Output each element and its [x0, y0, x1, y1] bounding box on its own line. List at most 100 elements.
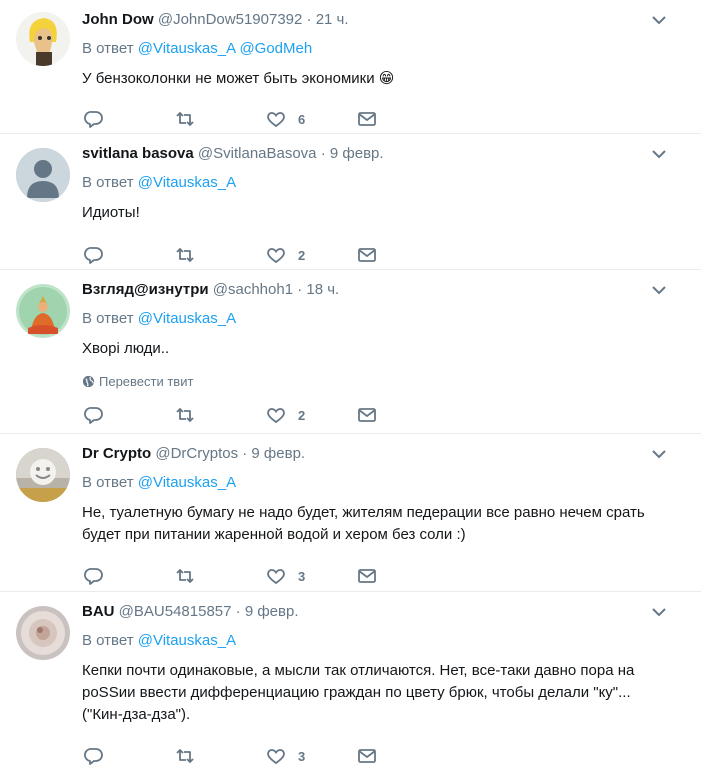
heart-icon [267, 749, 285, 765]
like-button[interactable]: 2 [266, 405, 357, 425]
tweet-timestamp[interactable]: 18 ч. [306, 281, 339, 298]
separator-dot: · [306, 11, 312, 28]
display-name[interactable]: svitlana basova [82, 145, 194, 162]
chevron-down-icon[interactable] [651, 446, 667, 462]
retweet-button[interactable] [175, 405, 266, 425]
user-handle[interactable]: @sachhoh1 [213, 281, 293, 298]
like-button[interactable]: 2 [266, 245, 357, 265]
tweet[interactable]: John Dow @JohnDow51907392 · 21 ч. В отве… [0, 0, 701, 134]
reply-context: В ответ @Vitauskas_A @GodMeh [82, 39, 687, 59]
like-count: 3 [298, 748, 306, 764]
like-button[interactable]: 3 [266, 566, 357, 586]
avatar[interactable] [16, 284, 70, 338]
message-button[interactable] [357, 109, 448, 129]
retweet-button[interactable] [175, 245, 266, 265]
tweet[interactable]: Взгляд@изнутри @sachhoh1 · 18 ч. В ответ… [0, 270, 701, 434]
like-button[interactable]: 3 [266, 746, 357, 766]
message-button[interactable] [357, 746, 448, 766]
reply-button[interactable] [84, 245, 175, 265]
retweet-icon [176, 408, 194, 422]
separator-dot: · [297, 281, 303, 298]
display-name[interactable]: Взгляд@изнутри [82, 281, 209, 298]
reply-context: В ответ @Vitauskas_A [82, 309, 687, 329]
chevron-down-icon[interactable] [651, 604, 667, 620]
reply-icon [84, 568, 103, 585]
retweet-icon [176, 749, 194, 763]
reply-button[interactable] [84, 405, 175, 425]
tweet[interactable]: svitlana basova @SvitlanaBasova · 9 февр… [0, 134, 701, 270]
message-button[interactable] [357, 405, 448, 425]
heart-icon [267, 408, 285, 424]
reply-icon [84, 748, 103, 765]
avatar[interactable] [16, 12, 70, 66]
reply-icon [84, 407, 103, 424]
like-button[interactable]: 6 [266, 109, 357, 129]
tweet-header: Взгляд@изнутри @sachhoh1 · 18 ч. [82, 280, 687, 300]
avatar[interactable] [16, 606, 70, 660]
separator-dot: · [242, 445, 248, 462]
envelope-icon [358, 112, 376, 126]
like-count: 2 [298, 247, 306, 263]
tweet[interactable]: BAU @BAU54815857 · 9 февр. В ответ @Vita… [0, 592, 701, 777]
tweet-actions: 3 [84, 738, 687, 774]
tweet-timestamp[interactable]: 21 ч. [316, 11, 349, 28]
reply-label: В ответ [82, 174, 134, 191]
message-button[interactable] [357, 245, 448, 265]
chevron-down-icon[interactable] [651, 146, 667, 162]
retweet-button[interactable] [175, 566, 266, 586]
tweet-timestamp[interactable]: 9 февр. [245, 603, 299, 620]
reply-button[interactable] [84, 566, 175, 586]
envelope-icon [358, 749, 376, 763]
envelope-icon [358, 248, 376, 262]
tweet-header: Dr Crypto @DrCryptos · 9 февр. [82, 444, 687, 464]
like-count: 2 [298, 407, 306, 423]
retweet-icon [176, 569, 194, 583]
avatar[interactable] [16, 148, 70, 202]
envelope-icon [358, 569, 376, 583]
display-name[interactable]: BAU [82, 603, 115, 620]
mention-link[interactable]: @Vitauskas_A [138, 474, 236, 491]
chevron-down-icon[interactable] [651, 282, 667, 298]
message-button[interactable] [357, 566, 448, 586]
mention-link[interactable]: @GodMeh [239, 40, 312, 57]
tweet-timestamp[interactable]: 9 февр. [251, 445, 305, 462]
display-name[interactable]: John Dow [82, 11, 154, 28]
translate-tweet-link[interactable]: Перевести твит [82, 374, 687, 389]
avatar[interactable] [16, 448, 70, 502]
reply-icon [84, 111, 103, 128]
heart-icon [267, 569, 285, 585]
user-handle[interactable]: @JohnDow51907392 [158, 11, 303, 28]
tweet-header: John Dow @JohnDow51907392 · 21 ч. [82, 10, 687, 30]
user-handle[interactable]: @DrCryptos [155, 445, 238, 462]
mention-link[interactable]: @Vitauskas_A [138, 632, 236, 649]
retweet-icon [176, 112, 194, 126]
envelope-icon [358, 408, 376, 422]
retweet-button[interactable] [175, 746, 266, 766]
tweet-text: Кепки почти одинаковые, а мысли так отли… [82, 662, 635, 723]
chevron-down-icon[interactable] [651, 12, 667, 28]
user-handle[interactable]: @BAU54815857 [119, 603, 232, 620]
separator-dot: · [320, 145, 326, 162]
retweet-button[interactable] [175, 109, 266, 129]
tweet-actions: 2 [84, 397, 687, 433]
tweet[interactable]: Dr Crypto @DrCryptos · 9 февр. В ответ @… [0, 434, 701, 592]
reply-button[interactable] [84, 109, 175, 129]
display-name[interactable]: Dr Crypto [82, 445, 151, 462]
tweet-text: Не, туалетную бумагу не надо будет, жите… [82, 504, 645, 543]
mention-link[interactable]: @Vitauskas_A [138, 310, 236, 327]
mention-link[interactable]: @Vitauskas_A [138, 40, 236, 57]
globe-icon [82, 375, 95, 388]
reply-button[interactable] [84, 746, 175, 766]
separator-dot: · [235, 603, 241, 620]
like-count: 3 [298, 568, 306, 584]
tweet-header: svitlana basova @SvitlanaBasova · 9 февр… [82, 144, 687, 164]
tweet-actions: 2 [84, 237, 687, 273]
tweet-text: Идиоты! [82, 204, 140, 221]
reply-icon [84, 247, 103, 264]
reply-label: В ответ [82, 474, 134, 491]
tweet-header: BAU @BAU54815857 · 9 февр. [82, 602, 687, 622]
tweet-text: У бензоколонки не может быть экономики 😁 [82, 70, 395, 87]
mention-link[interactable]: @Vitauskas_A [138, 174, 236, 191]
tweet-timestamp[interactable]: 9 февр. [330, 145, 384, 162]
user-handle[interactable]: @SvitlanaBasova [198, 145, 317, 162]
